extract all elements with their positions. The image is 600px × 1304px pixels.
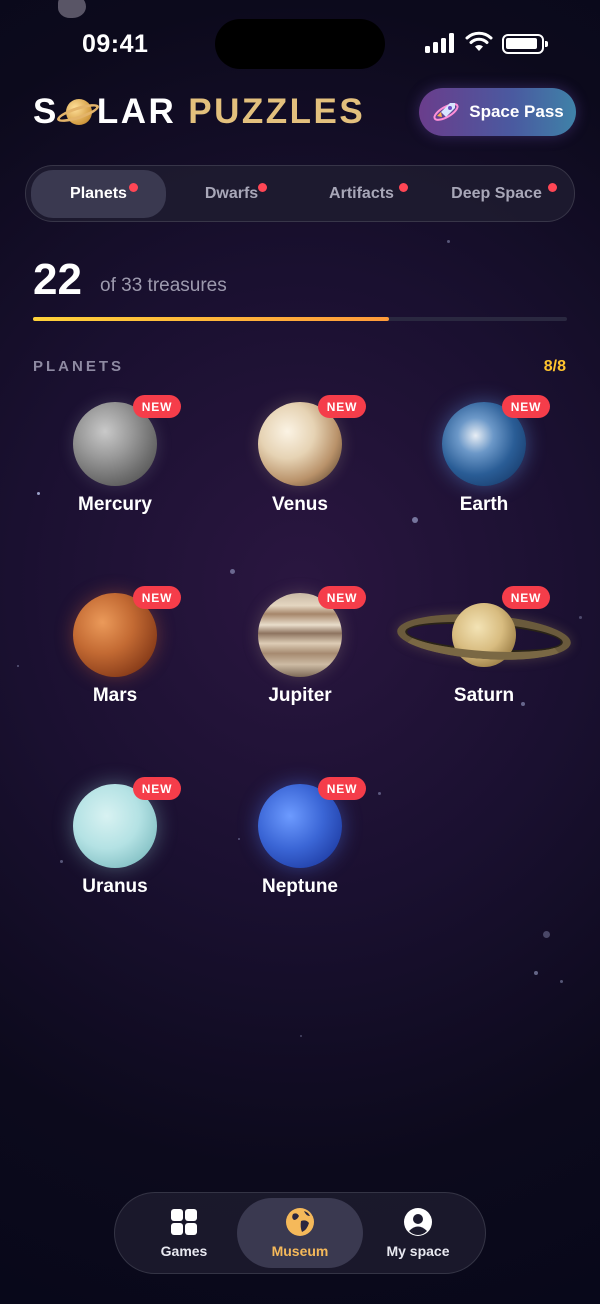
planet-name: Mercury — [78, 494, 152, 515]
notification-dot — [129, 183, 138, 192]
dynamic-island — [215, 19, 385, 69]
tab-deep-space-label: Deep Space — [451, 185, 542, 202]
status-time: 09:41 — [82, 30, 149, 58]
new-badge: NEW — [318, 586, 366, 609]
planet-card-mars[interactable]: NEW Mars — [25, 585, 205, 735]
planet-name: Uranus — [82, 876, 148, 897]
globe-icon — [286, 1208, 314, 1236]
saturn-ring-front — [395, 608, 573, 666]
tab-planets-label: Planets — [70, 185, 127, 202]
planet-name: Neptune — [262, 876, 338, 897]
planet-name: Venus — [272, 494, 328, 515]
tab-deep-space[interactable]: Deep Space — [429, 170, 564, 218]
title-part-puzzles: PUZZLES — [188, 92, 366, 131]
new-badge: NEW — [318, 395, 366, 418]
planet-name: Mars — [92, 685, 138, 706]
tab-artifacts-label: Artifacts — [329, 185, 394, 202]
title-letter-s: S — [33, 92, 59, 131]
planet-card-saturn[interactable]: NEW Saturn — [394, 585, 574, 735]
battery-icon — [502, 34, 548, 54]
wifi-icon — [465, 31, 493, 51]
new-badge: NEW — [318, 777, 366, 800]
new-badge: NEW — [133, 586, 181, 609]
planet-name: Earth — [459, 494, 509, 515]
new-badge: NEW — [502, 586, 550, 609]
nav-games[interactable]: Games — [121, 1198, 247, 1268]
planet-name: Saturn — [453, 685, 515, 706]
new-badge: NEW — [502, 395, 550, 418]
new-badge: NEW — [133, 395, 181, 418]
notification-dot — [399, 183, 408, 192]
planet-card-jupiter[interactable]: NEW Jupiter — [210, 585, 390, 735]
planet-name: Jupiter — [268, 685, 332, 706]
tab-dwarfs[interactable]: Dwarfs — [164, 170, 299, 218]
nav-my-space[interactable]: My space — [355, 1198, 481, 1268]
tab-planets[interactable]: Planets — [31, 170, 166, 218]
tab-dwarfs-label: Dwarfs — [204, 185, 259, 202]
category-tabs: Planets Dwarfs Artifacts Deep Space — [25, 165, 575, 222]
asteroid-decoration — [58, 0, 86, 18]
tab-artifacts[interactable]: Artifacts — [294, 170, 429, 218]
notification-dot — [258, 183, 267, 192]
space-pass-label: Space Pass — [469, 102, 564, 121]
treasure-total: of 33 treasures — [100, 275, 227, 296]
notification-dot — [548, 183, 557, 192]
planet-card-earth[interactable]: NEW Earth — [394, 394, 574, 544]
title-part-lar: LAR — [96, 92, 177, 131]
section-count: 8/8 — [543, 358, 566, 375]
treasure-count: 22 — [33, 255, 82, 304]
bottom-nav: Games Museum My space — [114, 1192, 486, 1274]
space-pass-button[interactable]: Space Pass — [419, 88, 576, 136]
new-badge: NEW — [133, 777, 181, 800]
rocket-icon — [433, 103, 459, 121]
signal-icon — [425, 33, 457, 53]
section-title: PLANETS — [33, 358, 125, 375]
grid-icon — [171, 1209, 197, 1235]
planet-card-venus[interactable]: NEW Venus — [210, 394, 390, 544]
planet-card-neptune[interactable]: NEW Neptune — [210, 776, 390, 926]
nav-museum-label: Museum — [271, 1243, 329, 1259]
progress-fill — [33, 317, 390, 321]
progress-bar — [33, 317, 567, 321]
nav-museum[interactable]: Museum — [237, 1198, 363, 1268]
user-icon — [404, 1208, 432, 1236]
app-title: S LAR PUZZLES — [33, 92, 365, 132]
planet-card-uranus[interactable]: NEW Uranus — [25, 776, 205, 926]
planet-card-mercury[interactable]: NEW Mercury — [25, 394, 205, 544]
nav-games-label: Games — [160, 1243, 208, 1259]
status-bar: 09:41 — [0, 0, 600, 90]
saturn-logo-icon — [55, 97, 101, 127]
nav-my-space-label: My space — [386, 1243, 450, 1259]
